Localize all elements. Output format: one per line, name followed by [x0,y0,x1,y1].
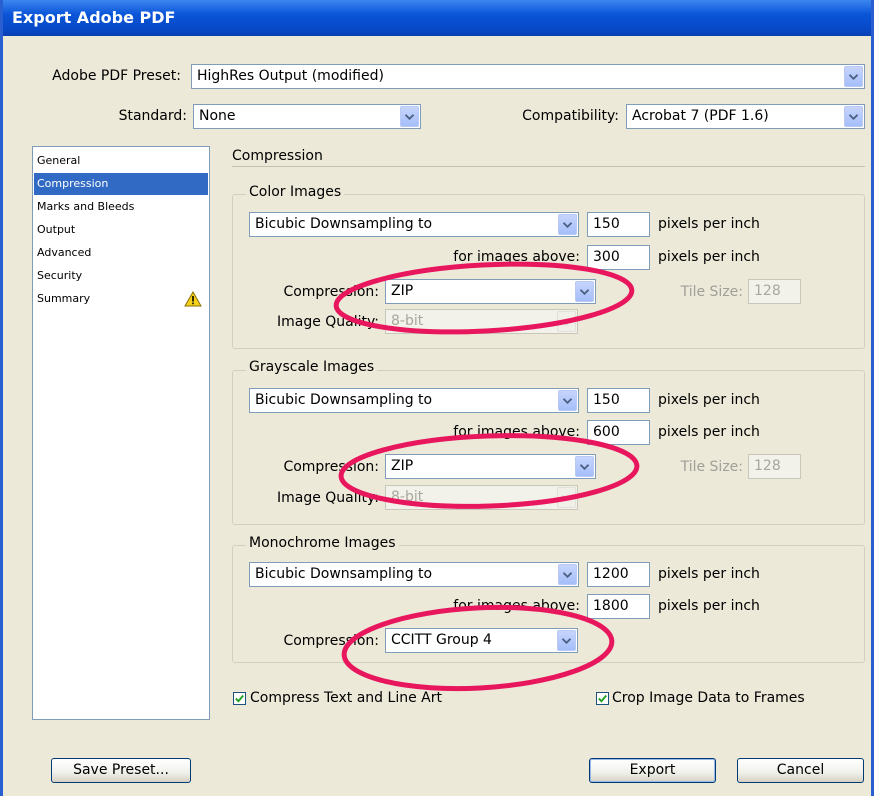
color-images-title: Color Images [246,184,345,200]
grayscale-quality-value: 8-bit [391,489,424,505]
color-quality-select: 8-bit [385,309,578,334]
chevron-down-icon [557,487,576,508]
grayscale-tile-input: 128 [748,454,801,479]
preset-label: Adobe PDF Preset: [52,68,181,84]
chevron-down-icon[interactable] [844,106,863,127]
monochrome-above-unit: pixels per inch [658,598,760,614]
chevron-down-icon[interactable] [558,390,577,411]
compatibility-label: Compatibility: [522,108,619,124]
grayscale-above-input[interactable]: 600 [587,420,650,445]
monochrome-images-title: Monochrome Images [246,535,399,551]
compress-text-label[interactable]: Compress Text and Line Art [250,690,442,706]
grayscale-sampling-value: Bicubic Downsampling to [255,392,433,408]
color-sampling-value: Bicubic Downsampling to [255,216,433,232]
monochrome-sampling-value: Bicubic Downsampling to [255,566,433,582]
grayscale-above-label: for images above: [453,424,580,440]
cancel-button[interactable]: Cancel [737,758,864,783]
grayscale-tile-label: Tile Size: [680,459,743,475]
monochrome-compression-select[interactable]: CCITT Group 4 [385,628,578,653]
sidebar-item-security[interactable]: Security [34,265,208,287]
chevron-down-icon[interactable] [557,630,576,651]
color-compression-value: ZIP [391,283,414,299]
sidebar-item-compression[interactable]: Compression [34,173,208,195]
section-title: Compression [232,148,323,164]
color-resolution-input[interactable]: 150 [587,212,650,237]
monochrome-compression-label: Compression: [283,633,379,649]
grayscale-above-unit: pixels per inch [658,424,760,440]
color-tile-input: 128 [748,279,801,304]
checkmark-icon [598,694,607,703]
grayscale-sampling-select[interactable]: Bicubic Downsampling to [249,388,579,413]
standard-label: Standard: [118,108,187,124]
color-tile-label: Tile Size: [680,284,743,300]
grayscale-quality-select: 8-bit [385,485,578,510]
color-resolution-unit: pixels per inch [658,216,760,232]
grayscale-resolution-unit: pixels per inch [658,392,760,408]
color-quality-label: Image Quality: [276,314,379,330]
chevron-down-icon[interactable] [558,214,577,235]
sidebar-item-general[interactable]: General [34,150,208,172]
monochrome-resolution-input[interactable]: 1200 [587,562,650,587]
color-above-unit: pixels per inch [658,249,760,265]
color-compression-label: Compression: [283,284,379,300]
grayscale-compression-select[interactable]: ZIP [385,454,596,479]
chevron-down-icon [557,311,576,332]
crop-image-checkbox[interactable] [596,692,609,705]
section-divider [232,166,865,167]
grayscale-quality-label: Image Quality: [276,490,379,506]
sidebar-item-advanced[interactable]: Advanced [34,242,208,264]
standard-select[interactable]: None [193,104,421,129]
preset-value: HighRes Output (modified) [197,68,384,84]
title-bar[interactable]: Export Adobe PDF [3,0,871,36]
preset-select[interactable]: HighRes Output (modified) [191,64,865,89]
export-button[interactable]: Export [589,758,716,783]
compress-text-checkbox[interactable] [233,692,246,705]
window-title: Export Adobe PDF [12,8,176,27]
sidebar-item-label: Summary [37,292,91,305]
monochrome-above-input[interactable]: 1800 [587,594,650,619]
monochrome-sampling-select[interactable]: Bicubic Downsampling to [249,562,579,587]
color-quality-value: 8-bit [391,313,424,329]
monochrome-compression-value: CCITT Group 4 [391,632,492,648]
compatibility-select[interactable]: Acrobat 7 (PDF 1.6) [626,104,865,129]
warning-icon [184,291,202,307]
grayscale-compression-value: ZIP [391,458,414,474]
export-pdf-dialog: Export Adobe PDF Adobe PDF Preset: HighR… [0,0,874,796]
sidebar-item-output[interactable]: Output [34,219,208,241]
sidebar-item-summary[interactable]: Summary [34,288,208,310]
crop-image-label[interactable]: Crop Image Data to Frames [612,690,805,706]
chevron-down-icon[interactable] [575,281,594,302]
chevron-down-icon[interactable] [575,456,594,477]
grayscale-resolution-input[interactable]: 150 [587,388,650,413]
monochrome-above-label: for images above: [453,598,580,614]
sidebar-item-marks-and-bleeds[interactable]: Marks and Bleeds [34,196,208,218]
chevron-down-icon[interactable] [844,66,863,87]
color-sampling-select[interactable]: Bicubic Downsampling to [249,212,579,237]
save-preset-button[interactable]: Save Preset... [51,758,191,783]
compatibility-value: Acrobat 7 (PDF 1.6) [632,108,769,124]
color-compression-select[interactable]: ZIP [385,279,596,304]
color-above-input[interactable]: 300 [587,245,650,270]
chevron-down-icon[interactable] [558,564,577,585]
category-list[interactable]: General Compression Marks and Bleeds Out… [32,146,210,720]
grayscale-compression-label: Compression: [283,459,379,475]
grayscale-images-title: Grayscale Images [246,359,378,375]
chevron-down-icon[interactable] [400,106,419,127]
standard-value: None [199,108,236,124]
monochrome-resolution-unit: pixels per inch [658,566,760,582]
checkmark-icon [235,694,244,703]
color-above-label: for images above: [453,249,580,265]
